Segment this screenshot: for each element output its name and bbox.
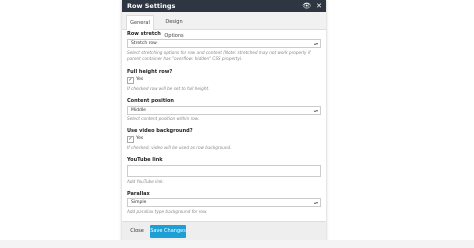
select-arrows-icon: ▴▾	[313, 200, 318, 205]
video-bg-hint: If checked, video will be used as row ba…	[127, 145, 232, 150]
full-height-label: Full height row?	[127, 69, 173, 75]
tab-bar: General Design Options	[122, 12, 326, 39]
youtube-link-label: YouTube link	[127, 157, 163, 163]
save-changes-button[interactable]: Save Changes	[150, 225, 186, 238]
row-stretch-select[interactable]: Stretch row ▴▾	[127, 39, 321, 48]
row-stretch-label: Row stretch	[127, 31, 161, 37]
close-button[interactable]: Close	[126, 225, 148, 238]
row-stretch-hint: Select stretching options for row and co…	[127, 50, 311, 61]
video-bg-label: Use video background?	[127, 128, 193, 134]
parallax-hint: Add parallax type background for row.	[127, 209, 208, 214]
full-height-checkbox-label: Yes	[136, 77, 144, 82]
youtube-link-input[interactable]	[127, 165, 321, 177]
row-stretch-value: Stretch row	[131, 41, 157, 46]
youtube-link-hint: Add YouTube link.	[127, 179, 164, 184]
dialog-footer: Close Save Changes	[122, 221, 326, 241]
content-position-hint: Select content position within row.	[127, 116, 200, 121]
dialog-titlebar: Row Settings 👁 ✕	[122, 0, 326, 12]
content-position-select[interactable]: Middle ▴▾	[127, 106, 321, 115]
dialog-title: Row Settings	[127, 2, 176, 10]
parallax-value: Simple	[131, 200, 147, 205]
full-height-checkbox[interactable]: ✓	[127, 77, 134, 84]
select-arrows-icon: ▴▾	[313, 108, 318, 113]
tab-general[interactable]: General	[126, 15, 154, 30]
parallax-label: Parallax	[127, 191, 150, 197]
page-background-bottom	[0, 240, 474, 248]
content-position-value: Middle	[131, 108, 146, 113]
tab-design-options[interactable]: Design Options	[156, 15, 192, 39]
row-settings-dialog: Row Settings 👁 ✕ General Design Options …	[122, 0, 326, 248]
close-icon[interactable]: ✕	[316, 0, 322, 12]
select-arrows-icon: ▴▾	[313, 41, 318, 46]
video-bg-checkbox-label: Yes	[136, 136, 144, 141]
eye-icon[interactable]: 👁	[302, 0, 311, 12]
content-position-label: Content position	[127, 98, 174, 104]
parallax-select[interactable]: Simple ▴▾	[127, 198, 321, 207]
video-bg-checkbox[interactable]: ✓	[127, 136, 134, 143]
full-height-hint: If checked row will be set to full heigh…	[127, 86, 210, 91]
titlebar-controls: 👁 ✕	[302, 0, 322, 12]
